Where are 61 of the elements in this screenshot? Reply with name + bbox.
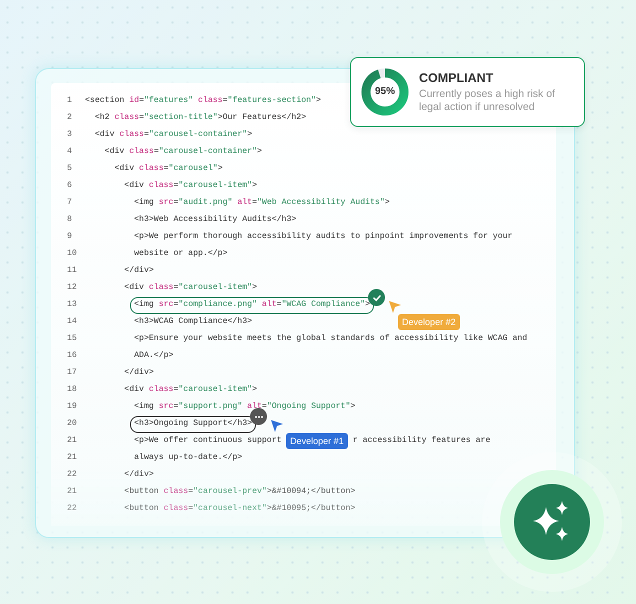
line-number: 12 bbox=[67, 282, 78, 294]
code-line: <div class="carousel"> bbox=[113, 163, 223, 176]
developer-label: Developer #2 bbox=[398, 314, 460, 330]
code-line: </div> bbox=[123, 265, 154, 278]
code-line: <div class="carousel-container"> bbox=[104, 146, 262, 158]
line-number: 21 bbox=[67, 435, 78, 448]
percent-label: 95% bbox=[375, 86, 395, 98]
line-number: 7 bbox=[67, 197, 73, 210]
line-number: 17 bbox=[67, 367, 78, 380]
code-line: <h3>WCAG Compliance</h3> bbox=[133, 316, 252, 328]
code-line: <div class="carousel-item"> bbox=[123, 180, 257, 192]
line-number: 6 bbox=[67, 180, 73, 192]
code-line: <button class="carousel-next">&#10095;</button> bbox=[123, 503, 356, 516]
line-number: 21 bbox=[67, 486, 78, 498]
line-number: 10 bbox=[67, 248, 78, 260]
line-number: 1 bbox=[67, 95, 73, 108]
check-icon bbox=[368, 289, 386, 306]
more-icon bbox=[250, 408, 268, 425]
code-line: </div> bbox=[123, 469, 154, 482]
sparkle-button[interactable] bbox=[514, 484, 590, 560]
code-highlight: <img src="compliance.png" alt="WCAG Compliance"> bbox=[130, 297, 374, 314]
line-number: 19 bbox=[67, 401, 78, 414]
line-number: 15 bbox=[67, 333, 78, 346]
line-number: 3 bbox=[67, 129, 73, 142]
code-line: <button class="carousel-prev">&#10094;</button> bbox=[123, 486, 356, 498]
code-fragment: r accessibility features are bbox=[352, 436, 490, 446]
cursor-icon bbox=[388, 300, 402, 314]
line-number: 22 bbox=[67, 469, 78, 482]
line-number: 16 bbox=[67, 350, 78, 362]
code-line: always up-to-date.</p> bbox=[133, 452, 242, 464]
code-line: ADA.</p> bbox=[133, 350, 174, 362]
progress-ring bbox=[361, 68, 409, 116]
line-number: 20 bbox=[67, 418, 78, 430]
cursor-icon bbox=[270, 419, 284, 433]
line-number: 8 bbox=[67, 214, 73, 226]
code-line: <p>We perform thorough accessibility audits to pinpoint improvements for your bbox=[133, 231, 512, 244]
line-number: 2 bbox=[67, 112, 73, 124]
code-line: <div class="carousel-item"> bbox=[123, 384, 257, 396]
line-number: 14 bbox=[67, 316, 78, 328]
code-line: <div class="carousel-item"> bbox=[123, 282, 257, 294]
line-number: 9 bbox=[67, 231, 73, 244]
developer-label: Developer #1 bbox=[286, 433, 348, 449]
line-number: 18 bbox=[67, 384, 78, 396]
line-number: 22 bbox=[67, 503, 78, 516]
code-line: </div> bbox=[123, 367, 154, 380]
code-line: <h3>Web Accessibility Audits</h3> bbox=[133, 214, 296, 226]
line-number: 5 bbox=[67, 163, 73, 176]
code-line: <p>Ensure your website meets the global standards of accessibility like WCAG and bbox=[133, 333, 528, 346]
code-line: website or app.</p> bbox=[133, 248, 228, 260]
code-line: <h2 class="section-title">Our Features</h2> bbox=[94, 112, 306, 124]
line-number: 11 bbox=[67, 265, 78, 278]
code-line: <section id="features" class="features-section"> bbox=[85, 95, 321, 108]
status-title: COMPLIANT bbox=[419, 70, 494, 87]
code-line: <img src="support.png" alt="Ongoing Support"> bbox=[133, 401, 356, 414]
code-fragment: <p>We offer continuous support bbox=[134, 436, 282, 446]
line-number: 13 bbox=[67, 299, 78, 312]
code-line: <div class="carousel-container"> bbox=[94, 129, 252, 142]
line-number: 4 bbox=[67, 146, 73, 158]
line-number: 21 bbox=[67, 452, 78, 464]
code-line: <img src="audit.png" alt="Web Accessibility Audits"> bbox=[133, 197, 390, 210]
status-description: Currently poses a high risk of legal action if unresolved bbox=[419, 88, 556, 116]
